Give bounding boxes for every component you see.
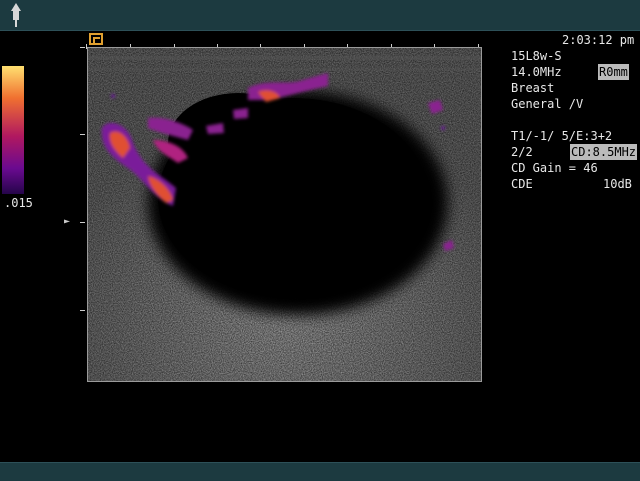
- info-cd-frequency[interactable]: CD:8.5MHz: [570, 144, 638, 160]
- info-cd-gain: CD Gain = 46: [511, 161, 598, 175]
- depth-tick: [80, 47, 85, 48]
- info-params-line2: 2/2: [511, 145, 533, 159]
- color-scale-bar: [2, 66, 24, 194]
- ultrasound-image[interactable]: [87, 47, 482, 382]
- depth-tick: [80, 134, 85, 135]
- info-db: 10dB: [603, 177, 632, 191]
- info-exam: General /V: [511, 97, 584, 111]
- depth-tick: [80, 310, 85, 311]
- probe-icon[interactable]: [8, 2, 24, 28]
- ultrasound-scan: [88, 48, 481, 381]
- info-params-line1: T1/-1/ 5/E:3+2: [511, 129, 613, 143]
- info-mode: CDE: [511, 177, 533, 191]
- clock-time: 2:03:12 pm: [562, 33, 635, 47]
- color-scale-label: .015: [4, 196, 33, 210]
- top-toolbar: [0, 0, 640, 31]
- bottom-status-bar: [0, 462, 640, 481]
- info-region[interactable]: R0mm: [598, 64, 629, 80]
- info-probe: 15L8w-S: [511, 49, 562, 63]
- focus-marker-icon[interactable]: ►: [64, 216, 70, 227]
- info-frequency: 14.0MHz: [511, 65, 562, 79]
- info-preset: Breast: [511, 81, 555, 95]
- depth-tick: [80, 222, 85, 223]
